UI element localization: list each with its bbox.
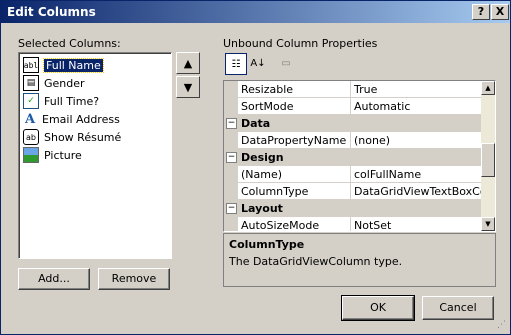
combobox-icon: ▤ [23,75,39,91]
property-value[interactable]: Automatic [354,100,481,113]
property-value[interactable]: True [354,83,481,96]
remove-button[interactable]: Remove [98,268,170,290]
list-item-label: Full Time? [44,94,100,108]
alphabetical-button[interactable]: A↓ [248,53,268,73]
button-icon: ab [23,129,39,145]
property-row[interactable]: Resizable True [224,81,481,98]
description-title: ColumnType [229,238,305,251]
sort-alpha-icon: A↓ [250,57,266,69]
property-row[interactable]: DataPropertyName (none) [224,132,481,149]
scroll-thumb[interactable] [481,143,495,177]
textbox-icon: abl [23,57,39,73]
property-name: ColumnType [241,185,309,198]
property-value[interactable]: NotSet [354,219,481,231]
scroll-up-icon[interactable]: ▲ [481,81,495,95]
selected-columns-label: Selected Columns: [18,37,121,50]
arrow-down-icon: ▼ [183,80,193,94]
property-pages-button[interactable]: ▭ [276,53,296,73]
category-row[interactable]: − Design [224,149,481,166]
list-item[interactable]: Picture [23,146,82,164]
list-item-label: Picture [44,148,82,162]
close-button[interactable]: X [491,4,509,20]
move-up-button[interactable]: ▲ [176,52,200,74]
collapse-icon[interactable]: − [226,118,237,129]
collapse-icon[interactable]: − [226,152,237,163]
move-down-button[interactable]: ▼ [176,76,200,98]
categorized-button[interactable]: ☷ [225,53,247,75]
property-grid[interactable]: Resizable True SortMode Automatic − Data… [223,80,496,232]
property-grid-scrollbar[interactable]: ▲ ▼ [481,81,495,231]
list-item-label: Gender [44,76,85,90]
arrow-up-icon: ▲ [183,56,193,70]
category-row[interactable]: − Layout [224,200,481,217]
property-name: SortMode [241,100,294,113]
property-value[interactable]: colFullName [354,168,481,181]
link-icon: A [24,111,36,127]
list-item[interactable]: ▤ Gender [23,74,85,92]
list-item[interactable]: abl Full Name [23,56,104,74]
image-icon [23,147,39,163]
category-name: Data [241,117,271,130]
cancel-button[interactable]: Cancel [422,296,494,320]
property-row[interactable]: AutoSizeMode NotSet [224,217,481,232]
categorized-icon: ☷ [231,58,241,70]
property-name: AutoSizeMode [241,219,320,232]
resize-grip-icon[interactable]: ⋰ [497,320,506,330]
property-name: Resizable [241,83,294,96]
property-description-panel: ColumnType The DataGridViewColumn type. [223,233,496,287]
description-text: The DataGridViewColumn type. [229,255,403,268]
ok-button[interactable]: OK [341,295,415,321]
edit-columns-dialog: Edit Columns ? X Selected Columns: abl F… [0,0,511,335]
list-item-label: Email Address [42,112,120,126]
property-row[interactable]: ColumnType DataGridViewTextBoxColumn [224,183,481,200]
title-bar[interactable]: Edit Columns ? X [1,1,510,23]
collapse-icon[interactable]: − [226,203,237,214]
list-item[interactable]: ab Show Résumé [23,128,121,146]
checkbox-icon: ✓ [23,93,39,109]
category-name: Design [241,151,284,164]
category-row[interactable]: − Data [224,115,481,132]
help-button[interactable]: ? [472,4,490,20]
add-button[interactable]: Add... [18,268,90,290]
property-value[interactable]: (none) [354,134,481,147]
properties-label: Unbound Column Properties [223,37,378,50]
selected-columns-list[interactable]: abl Full Name ▤ Gender ✓ Full Time? A Em… [18,52,172,259]
property-value[interactable]: DataGridViewTextBoxColumn [354,185,481,198]
list-item-label: Full Name [43,57,104,73]
property-row[interactable]: SortMode Automatic [224,98,481,115]
list-item-label: Show Résumé [44,130,122,144]
list-item[interactable]: A Email Address [23,110,120,128]
property-pages-icon: ▭ [281,57,291,69]
category-name: Layout [241,202,283,215]
window-title: Edit Columns [7,5,96,19]
property-name: (Name) [241,168,283,181]
scroll-down-icon[interactable]: ▼ [481,217,495,231]
list-item[interactable]: ✓ Full Time? [23,92,99,110]
property-name: DataPropertyName [241,134,347,147]
property-row[interactable]: (Name) colFullName [224,166,481,183]
